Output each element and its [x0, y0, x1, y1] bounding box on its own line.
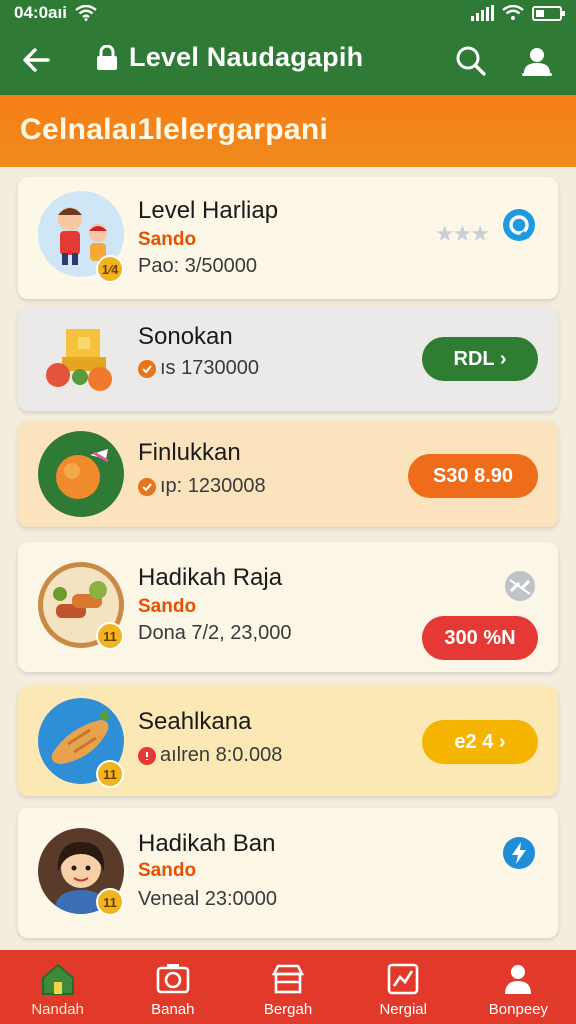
item-name: Hadikah Raja	[138, 564, 283, 591]
title-group: Level Naudagapih	[95, 42, 363, 73]
item-price: Veneal 23:0000	[138, 888, 277, 911]
gift-box-illustration	[46, 329, 112, 391]
check-icon	[138, 359, 156, 378]
profile-button[interactable]	[518, 42, 556, 80]
battery-icon	[532, 5, 565, 21]
status-bar: 04:0aıi	[0, 0, 576, 26]
search-button[interactable]	[452, 42, 490, 80]
stats-icon	[387, 963, 419, 995]
nav-item-nergial[interactable]: Nergial	[346, 950, 461, 1024]
status-time: 04:0aıi	[14, 3, 67, 22]
list-item[interactable]: 11 Seahlkana aılren 8:0.008 e2 4 ›	[18, 686, 558, 796]
person-icon	[505, 965, 532, 994]
item-subtitle: Sando	[138, 596, 197, 617]
action-button[interactable]: RDL ›	[422, 337, 538, 381]
check-icon	[138, 477, 156, 496]
banner-title: Celnalaı1lelergarpani	[20, 113, 329, 146]
item-image	[38, 431, 124, 517]
item-name: Level Harliap	[138, 197, 279, 224]
camera-icon	[156, 964, 190, 994]
list-item[interactable]: 11 Hadikah Raja Sando Dona 7/2, 23,000 3…	[18, 542, 558, 672]
chat-button[interactable]	[500, 207, 538, 245]
signal-icon	[471, 5, 494, 21]
price-button[interactable]: 300 %N	[422, 616, 538, 660]
nav-item-banah[interactable]: Banah	[115, 950, 230, 1024]
nav-item-bonpeey[interactable]: Bonpeey	[461, 950, 576, 1024]
item-price: Dona 7/2, 23,000	[138, 622, 291, 645]
fruit-illustration	[56, 449, 109, 499]
item-price-text: Veneal 23:0000	[138, 888, 278, 910]
item-price-text: Dona 7/2, 23,000	[138, 622, 292, 644]
nav-row: Level Naudagapih	[0, 30, 576, 90]
item-name: Sonokan	[138, 323, 233, 350]
bottom-nav: Nandah Banah Bergah Nergial Bonpeey	[0, 950, 576, 1024]
item-price: ıs 1730000	[138, 357, 259, 380]
alert-icon	[138, 746, 156, 765]
search-icon	[456, 46, 486, 76]
store-icon	[271, 964, 305, 994]
item-subtitle: Sando	[138, 860, 197, 881]
level-badge: 11	[96, 622, 124, 650]
action-button[interactable]: e2 4 ›	[422, 720, 538, 764]
item-price-text: ıp: 1230008	[160, 475, 266, 497]
back-button[interactable]	[18, 42, 54, 78]
item-price: aılren 8:0.008	[138, 744, 282, 767]
item-name: Hadikah Ban	[138, 830, 276, 857]
chat-bubble-icon	[503, 209, 535, 241]
rating-stars: ★★★	[434, 221, 490, 246]
nav-label: Banah	[151, 1001, 195, 1018]
level-badge: 11	[96, 888, 124, 916]
app-header: 04:0aıi Level Naudagapih	[0, 0, 576, 95]
page-title: Level Naudagapih	[129, 42, 364, 72]
person-icon	[522, 48, 552, 76]
nav-item-bergah[interactable]: Bergah	[230, 950, 345, 1024]
item-price-text: Pao: 3/50000	[138, 255, 257, 277]
list-item[interactable]: 1⁄4 Level Harliap Sando Pao: 3/50000 ★★★	[18, 177, 558, 299]
lock-icon	[97, 44, 117, 70]
item-price-text: ıs 1730000	[160, 357, 259, 379]
nav-item-home[interactable]: Nandah	[0, 950, 115, 1024]
list-item[interactable]: Finlukkan ıp: 1230008 S30 8.90	[18, 421, 558, 527]
arrow-left-icon	[23, 48, 50, 72]
list-item[interactable]: 11 Hadikah Ban Sando Veneal 23:0000	[18, 808, 558, 938]
item-price: Pao: 3/50000	[138, 255, 257, 278]
nav-label: Nandah	[31, 1001, 84, 1018]
wifi-icon	[75, 5, 97, 21]
item-price: ıp: 1230008	[138, 475, 266, 498]
home-icon	[41, 963, 74, 995]
nav-label: Bergah	[263, 1001, 313, 1018]
section-banner: Celnalaı1lelergarpani	[0, 95, 576, 167]
item-price-text: aılren 8:0.008	[160, 744, 283, 766]
flash-icon	[503, 837, 535, 869]
item-image	[38, 317, 124, 403]
item-name: Seahlkana	[138, 708, 252, 735]
nav-label: Bonpeey	[488, 1001, 549, 1018]
nav-label: Nergial	[379, 1001, 427, 1018]
level-badge: 1⁄4	[96, 255, 124, 283]
item-subtitle: Sando	[138, 229, 197, 250]
list-item[interactable]: Sonokan ıs 1730000 RDL ›	[18, 307, 558, 411]
item-name: Finlukkan	[138, 439, 241, 466]
level-badge: 11	[96, 760, 124, 788]
price-button[interactable]: S30 8.90	[408, 454, 538, 498]
flash-button[interactable]	[500, 834, 538, 872]
unlink-button[interactable]	[502, 568, 538, 604]
wifi-icon	[502, 5, 524, 20]
broken-link-icon	[505, 571, 535, 601]
